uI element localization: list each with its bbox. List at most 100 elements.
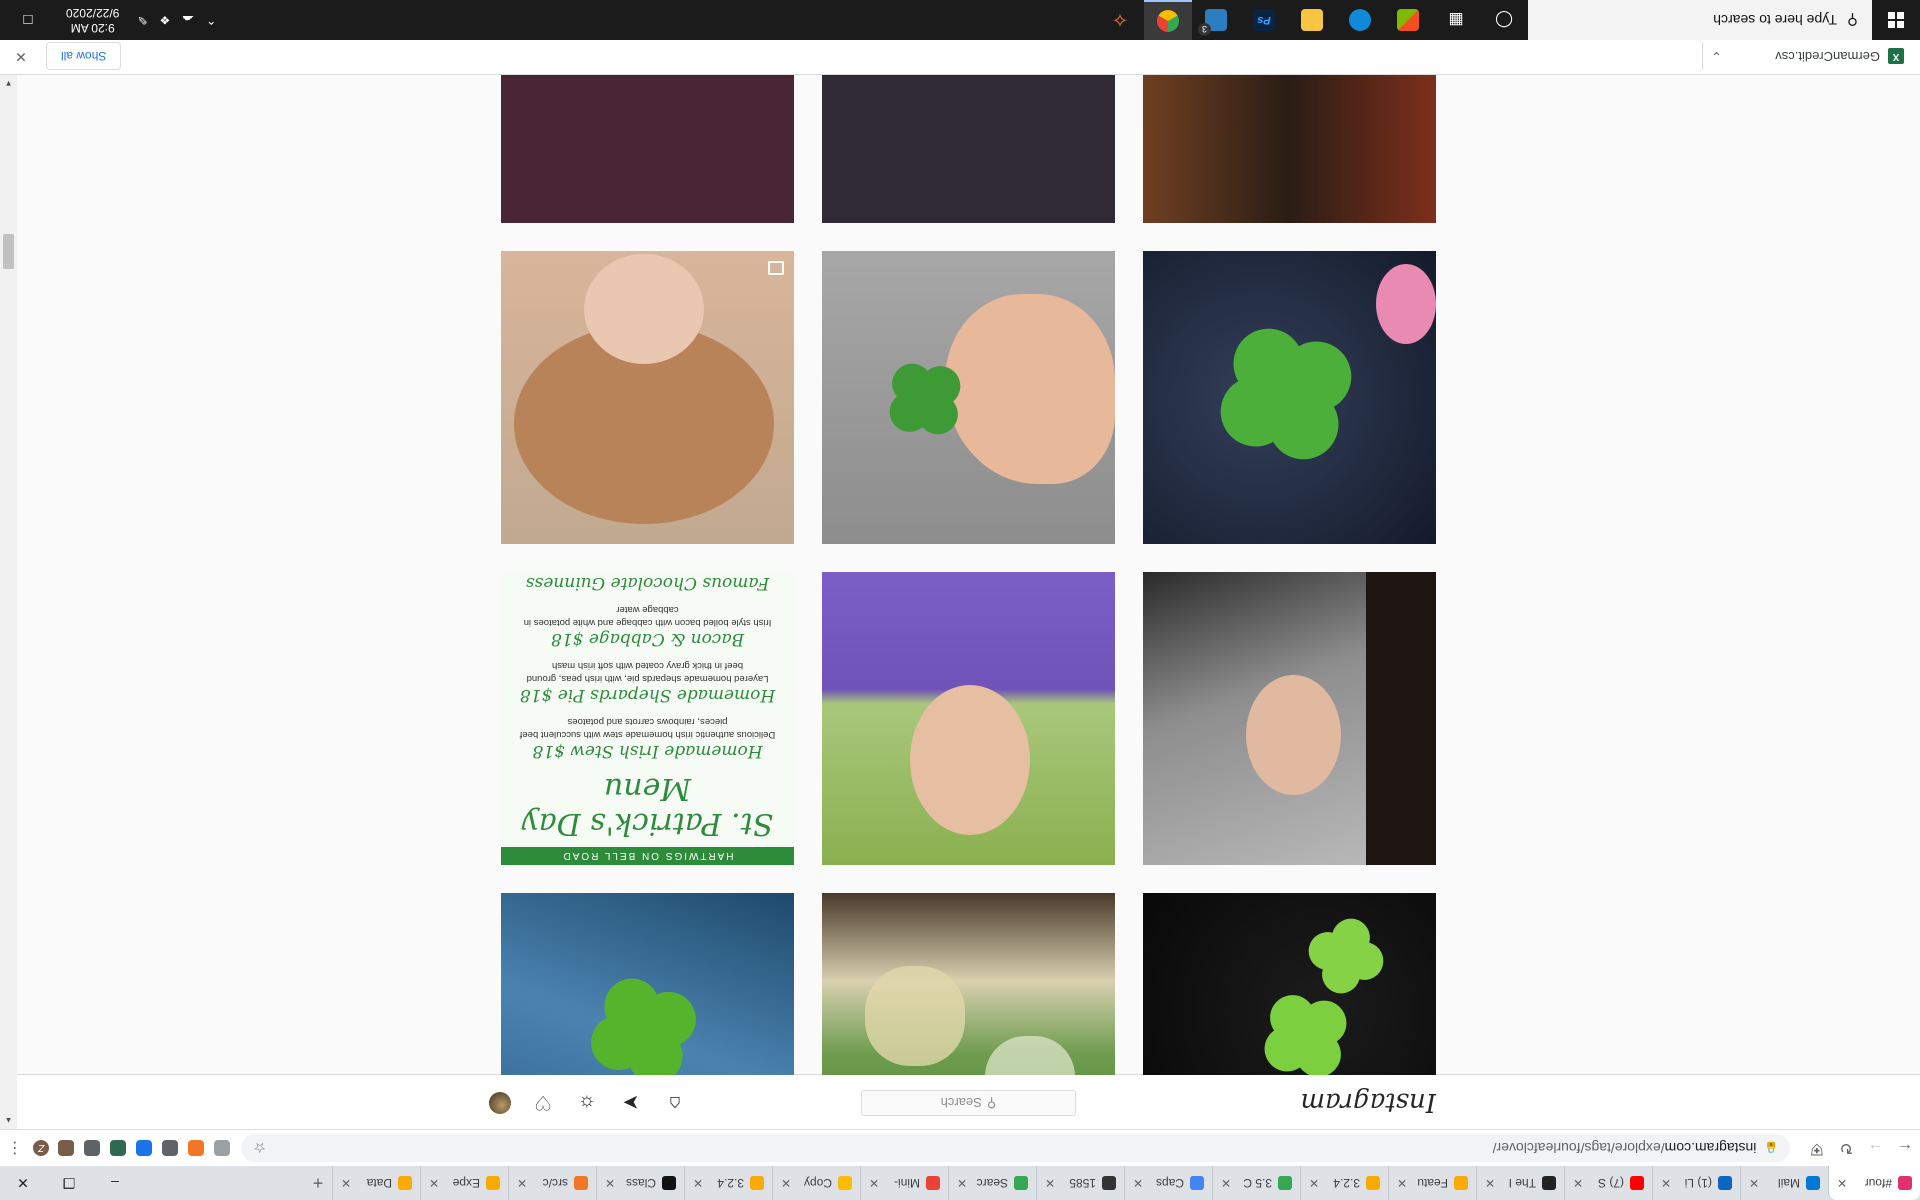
chevron-up-icon[interactable]: ⌃ — [206, 13, 216, 27]
chrome-icon[interactable] — [1144, 0, 1192, 40]
tab-close-icon[interactable]: ✕ — [429, 1176, 439, 1190]
post-thumbnail[interactable] — [501, 251, 794, 544]
new-tab-button[interactable]: + — [304, 1166, 332, 1200]
browser-tab[interactable]: src/c ✕ — [508, 1166, 596, 1200]
browser-tab[interactable]: 3.2.4 ✕ — [1300, 1166, 1388, 1200]
clock[interactable]: 9:20 AM 9/22/2020 — [60, 5, 125, 35]
taskbar-search-input[interactable]: ⚲ Type here to search — [1528, 0, 1872, 40]
browser-tab[interactable]: Featu ✕ — [1388, 1166, 1476, 1200]
post-thumbnail[interactable] — [822, 75, 1115, 223]
address-bar[interactable]: 🔒 instagram.com/explore/tags/fourleafclo… — [241, 1134, 1791, 1162]
tab-close-icon[interactable]: ✕ — [1397, 1176, 1407, 1190]
tab-close-icon[interactable]: ✕ — [605, 1176, 615, 1190]
post-thumbnail[interactable] — [822, 893, 1115, 1075]
tab-close-icon[interactable]: ✕ — [1661, 1176, 1671, 1190]
onedrive-photos-icon[interactable]: 3 — [1192, 0, 1240, 40]
tab-close-icon[interactable]: ✕ — [781, 1176, 791, 1190]
tab-close-icon[interactable]: ✕ — [517, 1176, 527, 1190]
browser-tab[interactable]: 1585 ✕ — [1036, 1166, 1124, 1200]
edge-icon[interactable] — [1336, 0, 1384, 40]
download-item[interactable]: X GermanCredit.csv ⌄ — [1702, 42, 1912, 71]
extension-icon[interactable] — [131, 1135, 157, 1161]
direct-icon[interactable]: ➤ — [619, 1091, 643, 1115]
post-thumbnail[interactable] — [1143, 251, 1436, 544]
home-icon[interactable]: ⌂ — [663, 1091, 687, 1115]
browser-tab[interactable]: The I ✕ — [1476, 1166, 1564, 1200]
pen-icon[interactable]: ✎ — [137, 13, 147, 27]
activity-icon[interactable]: ♡ — [531, 1091, 555, 1115]
extension-icon[interactable] — [183, 1135, 209, 1161]
close-window-button[interactable]: ✕ — [0, 1166, 46, 1200]
cloud-icon[interactable]: ☁ — [182, 13, 194, 27]
forward-button[interactable]: → — [1861, 1132, 1890, 1164]
browser-tab[interactable]: Copy ✕ — [772, 1166, 860, 1200]
browser-tab[interactable]: Mail ✕ — [1740, 1166, 1828, 1200]
tab-close-icon[interactable]: ✕ — [1573, 1176, 1583, 1190]
chevron-down-icon[interactable]: ⌄ — [1711, 49, 1722, 65]
tab-close-icon[interactable]: ✕ — [1221, 1176, 1231, 1190]
photoshop-icon[interactable]: Ps — [1240, 0, 1288, 40]
extension-icon[interactable] — [53, 1135, 79, 1161]
cortana-icon[interactable]: ◯ — [1480, 0, 1528, 40]
explore-icon[interactable]: ☼ — [575, 1091, 599, 1115]
tab-close-icon[interactable]: ✕ — [869, 1176, 879, 1190]
browser-tab[interactable]: Expe ✕ — [420, 1166, 508, 1200]
scroll-down-arrow[interactable]: ▼ — [0, 75, 17, 92]
restore-button[interactable]: ❐ — [46, 1166, 92, 1200]
browser-tab[interactable]: #four ✕ — [1828, 1166, 1920, 1200]
tab-close-icon[interactable]: ✕ — [1485, 1176, 1495, 1190]
instagram-logo[interactable]: Instagram — [1300, 1087, 1436, 1117]
browser-tab[interactable]: (1) Li ✕ — [1652, 1166, 1740, 1200]
jupyter-icon[interactable]: ✧ — [1096, 0, 1144, 40]
browser-tab[interactable]: Mini- ✕ — [860, 1166, 948, 1200]
post-thumbnail[interactable] — [1143, 75, 1436, 223]
extension-icon[interactable] — [105, 1135, 131, 1161]
reload-button[interactable]: ↻ — [1832, 1132, 1861, 1164]
tab-close-icon[interactable]: ✕ — [693, 1176, 703, 1190]
browser-tab[interactable]: (7) S ✕ — [1564, 1166, 1652, 1200]
extension-icon[interactable] — [157, 1135, 183, 1161]
tab-close-icon[interactable]: ✕ — [1837, 1176, 1847, 1190]
post-thumbnail[interactable] — [1143, 572, 1436, 865]
minimize-button[interactable]: – — [92, 1166, 138, 1200]
profile-avatar-icon[interactable] — [489, 1092, 511, 1114]
browser-tab[interactable]: Class ✕ — [596, 1166, 684, 1200]
scroll-up-arrow[interactable]: ▲ — [0, 1112, 17, 1129]
extension-icon[interactable] — [209, 1135, 235, 1161]
bookmark-star-icon[interactable]: ☆ — [253, 1140, 266, 1157]
instagram-search-input[interactable]: ⚲ Search — [861, 1090, 1076, 1116]
browser-tab[interactable]: Data ✕ — [332, 1166, 420, 1200]
face-shape — [910, 685, 1030, 835]
chrome-menu-icon[interactable]: ⋮ — [0, 1132, 29, 1164]
browser-tab[interactable]: 3.2.4 ✕ — [684, 1166, 772, 1200]
file-explorer-icon[interactable] — [1288, 0, 1336, 40]
dropbox-icon[interactable]: ❖ — [159, 13, 170, 27]
start-button[interactable] — [1872, 0, 1920, 40]
action-center-icon[interactable]: □ — [8, 0, 48, 40]
extension-icon[interactable] — [79, 1135, 105, 1161]
browser-tab[interactable]: 3.5 C ✕ — [1212, 1166, 1300, 1200]
tab-close-icon[interactable]: ✕ — [1045, 1176, 1055, 1190]
post-thumbnail[interactable] — [501, 893, 794, 1075]
page-scrollbar[interactable]: ▲ ▼ — [0, 75, 17, 1129]
show-all-button[interactable]: Show all — [46, 42, 122, 71]
back-button[interactable]: ← — [1891, 1132, 1920, 1164]
browser-tab[interactable]: Caps ✕ — [1124, 1166, 1212, 1200]
shield-icon[interactable]: ⛨ — [1802, 1132, 1831, 1164]
task-view-icon[interactable]: ▦ — [1432, 0, 1480, 40]
post-thumbnail[interactable] — [822, 251, 1115, 544]
tab-close-icon[interactable]: ✕ — [1133, 1176, 1143, 1190]
tab-close-icon[interactable]: ✕ — [1749, 1176, 1759, 1190]
tab-close-icon[interactable]: ✕ — [1309, 1176, 1319, 1190]
close-shelf-icon[interactable]: ✕ — [6, 48, 36, 65]
post-thumbnail[interactable]: HARTWIGS ON BELL ROAD St. Patrick's Day M… — [501, 572, 794, 865]
post-thumbnail[interactable] — [822, 572, 1115, 865]
browser-tab[interactable]: Searc ✕ — [948, 1166, 1036, 1200]
profile-avatar[interactable]: Z — [29, 1135, 53, 1161]
tab-close-icon[interactable]: ✕ — [957, 1176, 967, 1190]
office-icon[interactable] — [1384, 0, 1432, 40]
tab-close-icon[interactable]: ✕ — [341, 1176, 351, 1190]
post-thumbnail[interactable] — [501, 75, 794, 223]
post-thumbnail[interactable] — [1143, 893, 1436, 1075]
scrollbar-thumb[interactable] — [3, 234, 14, 269]
